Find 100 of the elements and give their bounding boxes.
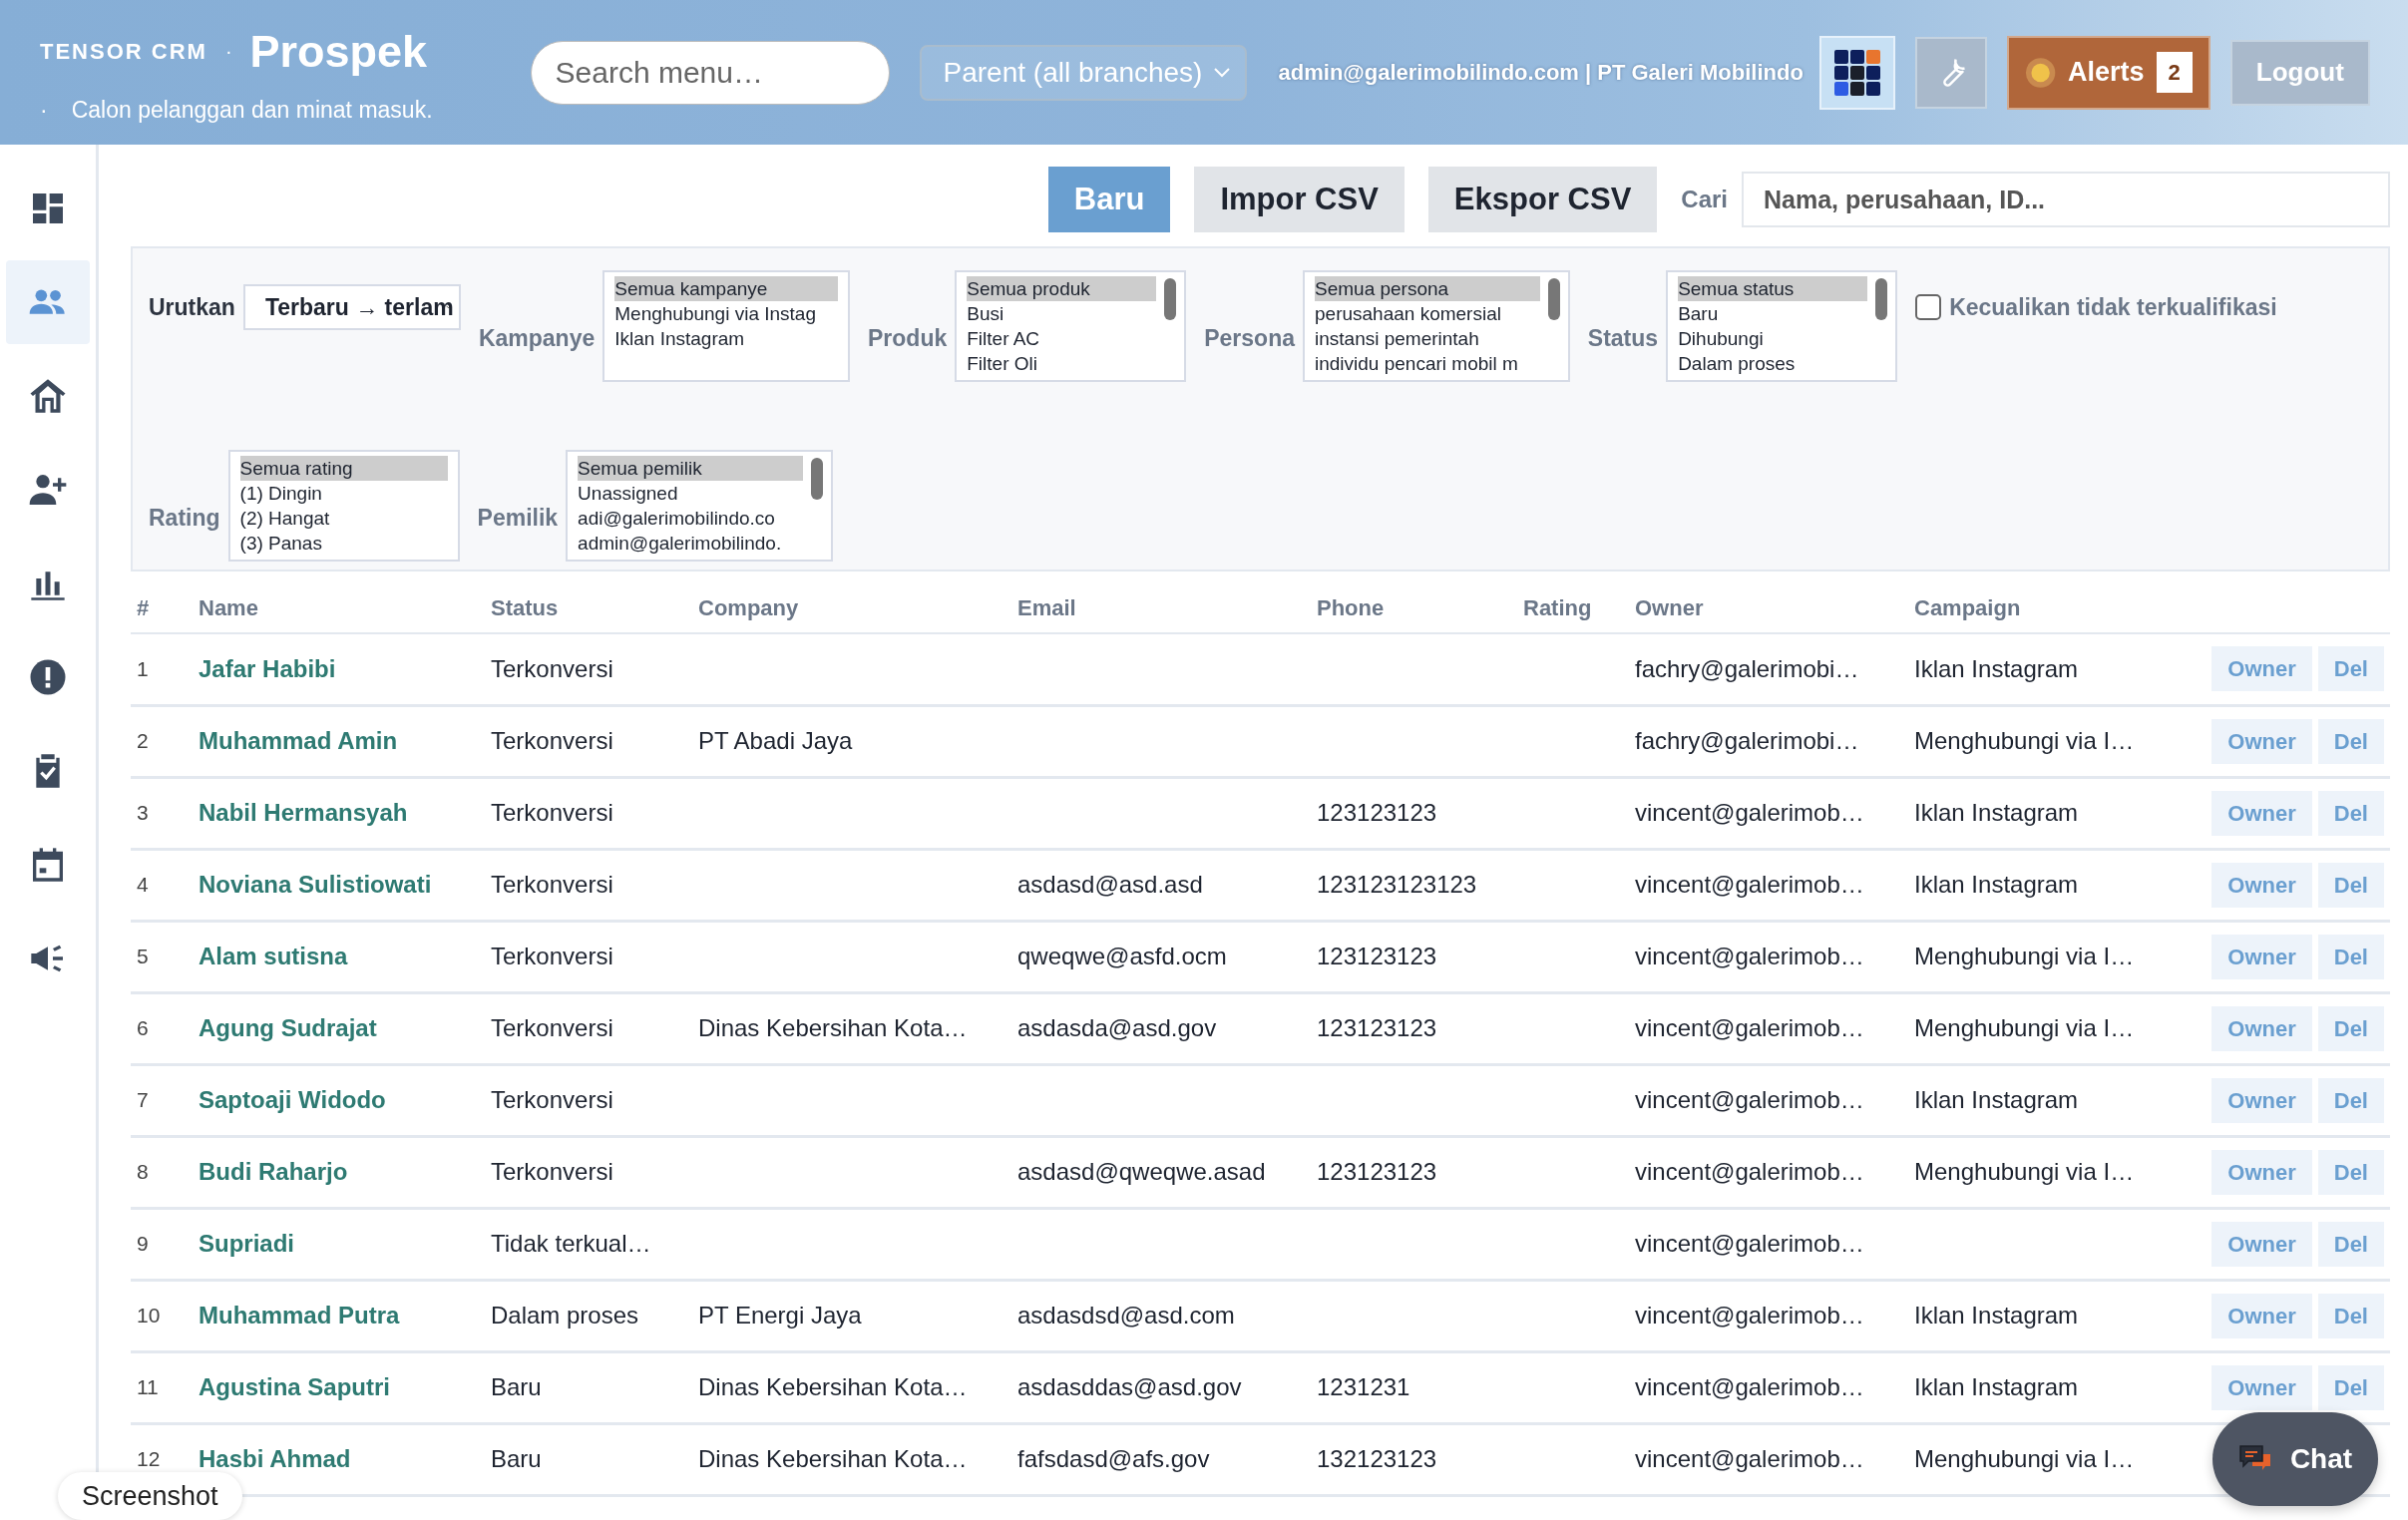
filter-listbox[interactable]: Semua produk Busi Filter AC Filter Oli <box>955 270 1187 382</box>
grid-icon <box>1832 48 1881 97</box>
listbox-option[interactable]: Baru <box>1678 301 1868 326</box>
filter-listbox[interactable]: Semua kampanye Menghubungi via Instag Iklan Instagram <box>602 270 850 382</box>
lead-name-link[interactable]: Agung Sudrajat <box>193 992 485 1064</box>
table-cell: asdasd@qweqwe.asad <box>1011 1136 1311 1208</box>
filter-listbox[interactable]: Semua rating (1) Dingin (2) Hangat (3) Panas <box>227 450 460 562</box>
listbox-option[interactable]: admin@galerimobilindo. <box>578 531 804 556</box>
column-header: Rating <box>1517 583 1629 633</box>
table-cell: 11 <box>131 1351 193 1423</box>
table-cell: vincent@galerimob… <box>1629 1064 1908 1136</box>
table-cell: Iklan Instagram <box>1908 777 2163 849</box>
table-cell: Iklan Instagram <box>1908 1351 2163 1423</box>
listbox-option[interactable]: Semua pemilik <box>578 456 804 481</box>
table-cell: Terkonversi <box>485 921 692 992</box>
search-label: Cari <box>1681 185 1728 214</box>
listbox-option[interactable]: adi@galerimobilindo.co <box>578 506 804 531</box>
listbox-option[interactable]: Semua status <box>1678 276 1868 301</box>
table-cell: vincent@galerimob… <box>1629 1423 1908 1495</box>
apps-button[interactable] <box>1818 35 1895 110</box>
column-header: # <box>131 583 193 633</box>
table-cell: vincent@galerimob… <box>1629 921 1908 992</box>
listbox-option[interactable]: Iklan Instagram <box>614 326 838 351</box>
column-header: Phone <box>1311 583 1517 633</box>
table-cell: 123123123123 <box>1311 849 1517 921</box>
scrollbar-thumb[interactable] <box>811 458 824 500</box>
listbox-option[interactable]: (1) Dingin <box>239 481 448 506</box>
lead-name-link[interactable]: Budi Raharjo <box>193 1136 485 1208</box>
table-cell: fachry@galerimobi… <box>1629 633 1908 705</box>
table-cell: 3 <box>131 777 193 849</box>
table-cell: 10 <box>131 1280 193 1351</box>
lead-name-link[interactable]: Noviana Sulistiowati <box>193 849 485 921</box>
listbox-option[interactable]: Unassigned <box>578 481 804 506</box>
listbox-option[interactable]: Semua persona <box>1315 276 1540 301</box>
filter-listbox[interactable]: Semua status Baru Dihubungi Dalam proses <box>1666 270 1898 382</box>
listbox-option[interactable]: Busi <box>967 301 1157 326</box>
brand-name: TENSOR CRM <box>40 37 207 66</box>
table-cell: Dalam proses <box>485 1280 692 1351</box>
filter-label: Kampanye <box>478 323 596 353</box>
page-title: Prospek <box>249 24 428 79</box>
table-cell: 6 <box>131 992 193 1064</box>
checkbox[interactable] <box>1915 294 1942 321</box>
filter-listbox[interactable]: Semua persona perusahaan komersial instansi pemerintah individu pencari mobil m <box>1303 270 1570 382</box>
toolbar-button[interactable]: Impor CSV <box>1194 167 1405 232</box>
listbox-option[interactable]: perusahaan komersial <box>1315 301 1540 326</box>
listbox-option[interactable]: (3) Panas <box>239 531 448 556</box>
listbox-option[interactable]: (2) Hangat <box>239 506 448 531</box>
chat-button[interactable]: Chat <box>2212 1412 2378 1506</box>
listbox-option[interactable]: Semua rating <box>239 456 448 481</box>
listbox-option[interactable]: Semua kampanye <box>614 276 838 301</box>
listbox-option[interactable]: Semua produk <box>967 276 1157 301</box>
table-cell: Iklan Instagram <box>1908 1280 2163 1351</box>
sort-select[interactable]: Terbaru → terlam <box>242 284 461 330</box>
listbox-option[interactable]: Dalam proses <box>1678 351 1868 376</box>
table-cell: 1231231 <box>1311 1351 1517 1423</box>
table-cell: vincent@galerimob… <box>1629 1351 1908 1423</box>
table-cell: Menghubungi via I… <box>1908 705 2163 777</box>
scrollbar-thumb[interactable] <box>1875 278 1888 320</box>
checkbox-label: Kecualikan tidak terkualifikasi <box>1949 293 2277 322</box>
lead-name-link[interactable]: Muhammad Putra <box>193 1280 485 1351</box>
table-cell: 123123123 <box>1311 1136 1517 1208</box>
separator-dot: · <box>224 39 232 65</box>
listbox-option[interactable]: individu pencari mobil m <box>1315 351 1540 376</box>
scrollbar-thumb[interactable] <box>1547 278 1560 320</box>
filter-label: Rating <box>149 503 220 533</box>
search-field[interactable]: Search menu… <box>530 40 890 105</box>
listbox-option[interactable]: Filter AC <box>967 326 1157 351</box>
table-cell: asdasdsd@asd.com <box>1011 1280 1311 1351</box>
lead-name-link[interactable]: Nabil Hermansyah <box>193 777 485 849</box>
lead-name-link[interactable]: Supriadi <box>193 1208 485 1280</box>
table-cell: qweqwe@asfd.ocm <box>1011 921 1311 992</box>
filter-label: Status <box>1587 323 1659 353</box>
lead-name-link[interactable]: Alam sutisna <box>193 921 485 992</box>
listbox-option[interactable]: instansi pemerintah <box>1315 326 1540 351</box>
filter-listbox[interactable]: Semua pemilik Unassigned adi@galerimobilindo.co admin@galerimobilindo. <box>566 450 834 562</box>
user-info: admin@galerimobilindo.com | PT Galeri Mobilindo <box>1278 59 1804 87</box>
listbox-option[interactable]: Filter Oli <box>967 351 1157 376</box>
table-cell: 123123123 <box>1311 777 1517 849</box>
lead-name-link[interactable]: Saptoaji Widodo <box>193 1064 485 1136</box>
table-cell: asdasda@asd.gov <box>1011 992 1311 1064</box>
table-cell: Iklan Instagram <box>1908 1064 2163 1136</box>
table-cell: Menghubungi via I… <box>1908 992 2163 1064</box>
scrollbar-thumb[interactable] <box>1164 278 1177 320</box>
table-cell: 123123123 <box>1311 992 1517 1064</box>
lead-name-link[interactable]: Agustina Saputri <box>193 1351 485 1423</box>
table-cell: Baru <box>485 1351 692 1423</box>
table-cell: Menghubungi via I… <box>1908 921 2163 992</box>
table-cell: Terkonversi <box>485 1136 692 1208</box>
alerts-button[interactable]: Alerts 2 <box>2006 35 2210 110</box>
column-header: Email <box>1011 583 1311 633</box>
column-header: Company <box>692 583 1011 633</box>
lead-name-link[interactable]: Muhammad Amin <box>193 705 485 777</box>
table-cell: fafsdasd@afs.gov <box>1011 1423 1311 1495</box>
filter-label: Pemilik <box>477 503 559 533</box>
listbox-option[interactable]: Menghubungi via Instag <box>614 301 838 326</box>
listbox-option[interactable]: Dihubungi <box>1678 326 1868 351</box>
lead-name-link[interactable]: Jafar Habibi <box>193 633 485 705</box>
new-button[interactable]: Baru <box>1047 167 1171 232</box>
toolbar-button[interactable]: Ekspor CSV <box>1427 167 1658 232</box>
table-cell: asdasd@asd.asd <box>1011 849 1311 921</box>
